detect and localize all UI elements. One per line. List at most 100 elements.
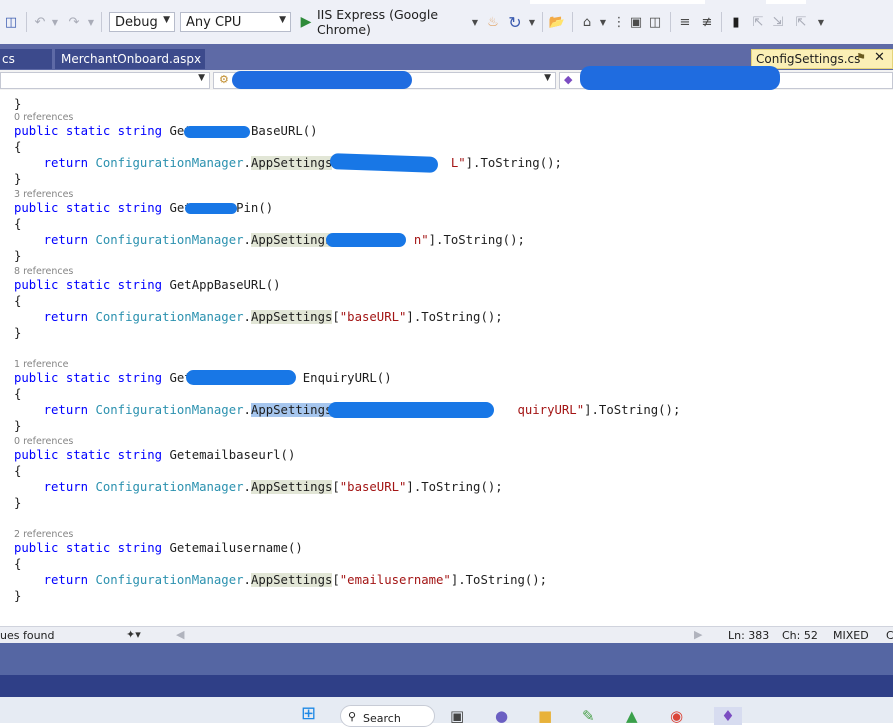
hot-reload-icon[interactable]: ♨ xyxy=(485,10,501,34)
teams-icon[interactable]: ● xyxy=(495,707,508,725)
keyword: return xyxy=(43,480,96,494)
keyword: static xyxy=(65,124,111,138)
find-in-files-icon[interactable]: 📂 xyxy=(548,10,566,34)
line-ending-mode[interactable]: MIXED xyxy=(833,629,869,642)
scroll-right-icon[interactable]: ▶ xyxy=(694,628,702,641)
next-bookmark-icon[interactable]: ⇲ xyxy=(770,10,786,34)
brace: } xyxy=(14,496,22,510)
code-line: } xyxy=(14,588,21,604)
toolbar-overflow-icon[interactable]: ▼ xyxy=(814,10,828,34)
code-line: } xyxy=(14,96,21,112)
encoding-partial[interactable]: C xyxy=(886,629,893,642)
tab-merchant-label: MerchantOnboard.aspx xyxy=(61,52,202,66)
brace: { xyxy=(14,464,22,478)
title-strip-2 xyxy=(766,0,806,4)
window-icon[interactable]: ▣ xyxy=(628,10,644,34)
scroll-left-icon[interactable]: ◀ xyxy=(176,628,184,641)
code-editor[interactable]: } 0 references public static string GetP… xyxy=(0,90,893,626)
taskbar-search-label: Search xyxy=(363,712,401,725)
redaction-mark xyxy=(580,66,780,90)
solution-platform-dropdown[interactable]: Any CPU ▼ xyxy=(180,12,291,32)
issues-status[interactable]: ues found xyxy=(0,629,55,642)
tab-partial[interactable]: cs xyxy=(0,49,52,69)
title-strip xyxy=(530,0,705,4)
project-dropdown[interactable]: ▼ xyxy=(0,72,210,89)
keyword: string xyxy=(117,371,163,385)
solution-config-dropdown[interactable]: Debug ▼ xyxy=(109,12,175,32)
layout-icon[interactable]: ⋮ xyxy=(612,10,626,34)
redo-icon[interactable]: ↷ xyxy=(66,10,82,34)
chevron-down-icon: ▼ xyxy=(198,73,205,83)
keyword: string xyxy=(117,124,163,138)
keyword: string xyxy=(117,448,163,462)
keyword: string xyxy=(117,278,163,292)
browse-dropdown-icon[interactable]: ▼ xyxy=(598,10,608,34)
method-name: GetAppBaseURL() xyxy=(169,278,281,292)
notepad-icon[interactable]: ✎ xyxy=(582,707,595,725)
type-name: ConfigurationManager xyxy=(95,480,244,494)
split-icon[interactable]: ◫ xyxy=(646,10,664,34)
brace: } xyxy=(14,419,22,433)
keyword: return xyxy=(43,156,96,170)
chrome-icon[interactable]: ◉ xyxy=(670,707,683,725)
type-name: ConfigurationManager xyxy=(95,156,244,170)
cleanup-brush-icon[interactable]: ✦▾ xyxy=(126,628,141,641)
task-view-icon[interactable]: ▣ xyxy=(450,707,464,725)
keyword: public xyxy=(14,124,59,138)
save-all-icon[interactable]: ◫ xyxy=(2,10,20,34)
undo-dropdown-icon[interactable]: ▼ xyxy=(50,10,60,34)
uncomment-icon[interactable]: ≢ xyxy=(698,10,716,34)
column-number[interactable]: Ch: 52 xyxy=(782,629,818,642)
tab-partial-label: cs xyxy=(2,52,15,66)
run-button[interactable]: IIS Express (Google Chrome) xyxy=(317,7,469,37)
code-line: public static string GetAppBaseURL() xyxy=(14,277,281,293)
undo-icon[interactable]: ↶ xyxy=(32,10,48,34)
refresh-icon[interactable]: ↻ xyxy=(506,10,524,34)
brace: { xyxy=(14,217,22,231)
line-number[interactable]: Ln: 383 xyxy=(728,629,769,642)
file-explorer-icon[interactable]: ■ xyxy=(538,707,552,725)
clear-bookmarks-icon[interactable]: ⇱ xyxy=(793,10,809,34)
string-literal: "emailusername" xyxy=(339,573,451,587)
comment-icon[interactable]: ≡ xyxy=(676,10,694,34)
method-name-suffix: EnquiryURL() xyxy=(302,371,392,385)
app-icon[interactable]: ▲ xyxy=(626,707,638,725)
chevron-down-icon: ▼ xyxy=(544,73,551,83)
tab-active-label: ConfigSettings.cs xyxy=(756,52,861,66)
refresh-dropdown-icon[interactable]: ▼ xyxy=(527,10,537,34)
windows-taskbar xyxy=(0,697,893,723)
type-name: ConfigurationManager xyxy=(95,573,244,587)
keyword: static xyxy=(65,371,111,385)
brace: } xyxy=(14,249,22,263)
keyword: public xyxy=(14,448,59,462)
redo-dropdown-icon[interactable]: ▼ xyxy=(86,10,96,34)
string-literal: "baseURL" xyxy=(339,480,407,494)
play-icon[interactable]: ▶ xyxy=(298,10,314,34)
dot: . xyxy=(243,480,251,494)
toolbar-separator xyxy=(542,12,543,32)
windows-start-icon[interactable]: ⊞ xyxy=(301,703,316,724)
toolbar-separator xyxy=(572,12,573,32)
dot: . xyxy=(243,156,251,170)
bookmark-icon[interactable]: ▮ xyxy=(727,10,745,34)
dot: . xyxy=(243,573,251,587)
brace: } xyxy=(14,589,22,603)
taskbar-search[interactable]: ⚲ Search xyxy=(340,705,435,727)
type-name: ConfigurationManager xyxy=(95,403,244,417)
browse-icon[interactable]: ⌂ xyxy=(578,10,596,34)
code-line: return ConfigurationManager.AppSettings[… xyxy=(14,479,503,495)
keyword: static xyxy=(65,278,111,292)
pin-icon[interactable]: ⚑ xyxy=(856,51,866,64)
main-toolbar: ◫ ↶ ▼ ↷ ▼ Debug ▼ Any CPU ▼ ▶ IIS Expres… xyxy=(0,0,893,44)
solution-platform-value: Any CPU xyxy=(186,14,242,30)
run-dropdown-icon[interactable]: ▼ xyxy=(470,10,480,34)
code-line: { xyxy=(14,556,21,572)
tab-merchant-onboard[interactable]: MerchantOnboard.aspx xyxy=(55,49,205,69)
method-name-suffix: BaseURL() xyxy=(250,124,318,138)
solution-config-value: Debug xyxy=(115,14,158,30)
close-icon[interactable]: ✕ xyxy=(874,50,885,65)
prev-bookmark-icon[interactable]: ⇱ xyxy=(750,10,766,34)
visual-studio-icon[interactable]: ♦ xyxy=(714,707,742,725)
string-literal: quiryURL" xyxy=(517,403,585,417)
property-name: AppSettings xyxy=(250,233,333,247)
